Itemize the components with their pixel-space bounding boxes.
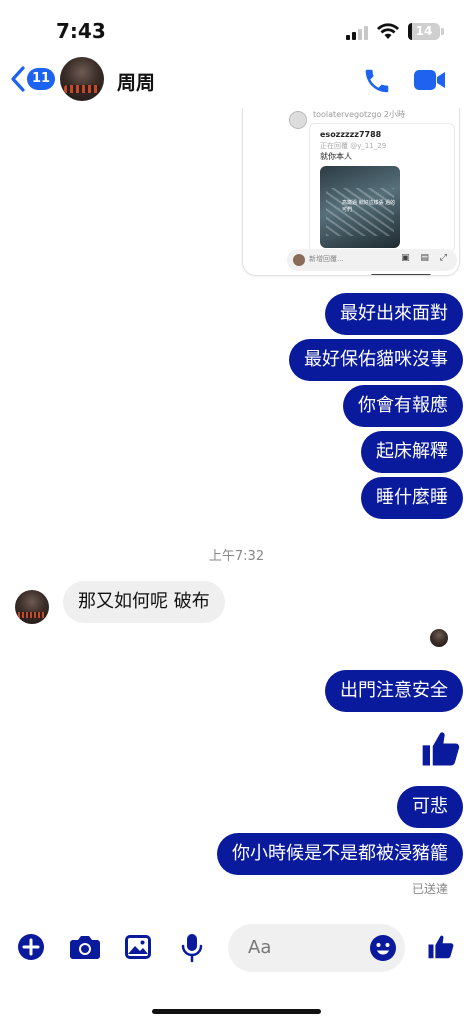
reply-bar-icons: ▣ ▤ ⤢ — [401, 253, 451, 263]
contact-avatar[interactable] — [60, 57, 104, 101]
home-indicator-mini — [371, 274, 431, 275]
message-composer: Aa — [0, 920, 473, 980]
chat-header: 11 周周 — [0, 56, 473, 108]
shared-post-text: 就你本人 — [320, 152, 352, 161]
unread-count-badge: 11 — [27, 68, 56, 90]
message-outgoing[interactable]: 起床解釋 — [361, 431, 463, 473]
battery-percent: 14 — [415, 24, 433, 38]
shared-post-image: 高鐵過 就好這樣張 過的可們 — [320, 166, 400, 248]
read-receipt-avatar — [430, 629, 448, 647]
message-timestamp: 上午7:32 — [208, 549, 265, 564]
video-camera-icon[interactable] — [413, 67, 447, 93]
message-input[interactable]: Aa — [228, 924, 405, 972]
thumbs-up-icon[interactable] — [419, 726, 463, 772]
reply-bar-placeholder: 新增回覆... — [309, 255, 344, 263]
back-chevron-icon — [11, 66, 25, 92]
phone-icon[interactable] — [362, 66, 392, 96]
camera-icon[interactable] — [69, 933, 101, 961]
reply-bar-avatar — [293, 254, 305, 266]
thumbs-up-icon[interactable] — [426, 932, 456, 962]
shared-post-image-caption: 高鐵過 就好這樣張 過的可們 — [342, 200, 396, 213]
emoji-icon[interactable] — [369, 934, 397, 962]
message-outgoing[interactable]: 最好保佑貓咪沒事 — [289, 339, 463, 381]
cellular-signal-icon — [346, 24, 370, 40]
wifi-icon — [377, 23, 399, 39]
shared-post-reply-bar: 新增回覆... ▣ ▤ ⤢ — [287, 249, 457, 271]
sender-avatar[interactable] — [15, 590, 49, 624]
contact-name[interactable]: 周周 — [117, 68, 155, 95]
shared-post-top-user: toolatervegotzgo 2小時 — [313, 110, 405, 119]
message-incoming[interactable]: 那又如何呢 破布 — [63, 581, 225, 623]
message-outgoing[interactable]: 最好出來面對 — [325, 293, 463, 335]
plus-icon[interactable] — [17, 933, 45, 961]
shared-post-user-avatar — [289, 111, 307, 129]
status-bar: 7:43 14 — [0, 0, 473, 56]
shared-post-card[interactable]: toolatervegotzgo 2小時 esozzzzz7788 正在回覆 @… — [242, 86, 460, 276]
message-outgoing[interactable]: 可悲 — [397, 786, 463, 828]
shared-post-inner: esozzzzz7788 正在回覆 @y_11_29 就你本人 高鐵過 就好這樣… — [309, 123, 455, 253]
battery-icon: 14 — [408, 23, 444, 40]
message-outgoing[interactable]: 你會有報應 — [343, 385, 463, 427]
message-outgoing[interactable]: 睡什麼睡 — [361, 477, 463, 519]
shared-post-username: esozzzzz7788 — [320, 130, 382, 139]
photo-icon[interactable] — [123, 933, 153, 961]
microphone-icon[interactable] — [180, 933, 204, 963]
back-button[interactable]: 11 — [10, 66, 56, 92]
message-input-placeholder: Aa — [248, 937, 272, 958]
shared-post-reply-to: 正在回覆 @y_11_29 — [320, 142, 387, 150]
home-indicator — [152, 1009, 321, 1014]
delivery-status: 已送達 — [411, 882, 448, 896]
status-time: 7:43 — [56, 19, 106, 43]
message-outgoing[interactable]: 你小時候是不是都被浸豬籠 — [217, 833, 463, 875]
message-outgoing[interactable]: 出門注意安全 — [325, 670, 463, 712]
